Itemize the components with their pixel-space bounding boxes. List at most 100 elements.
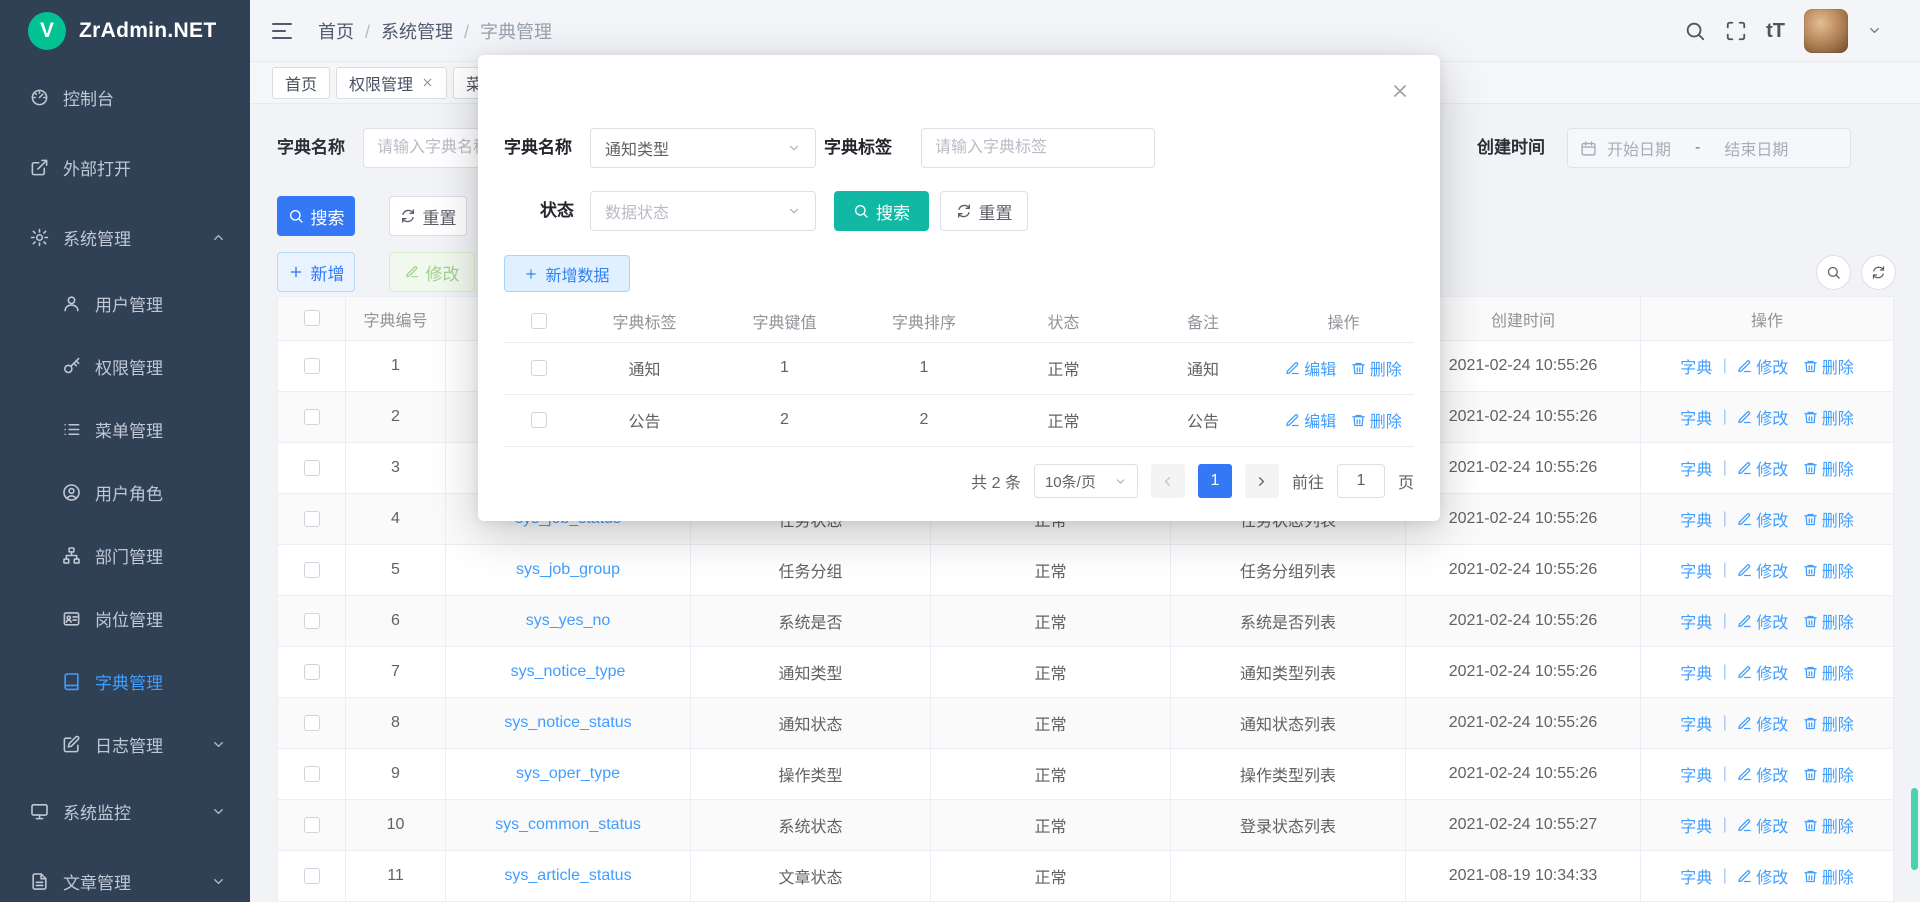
delete-link[interactable]: 删除: [1803, 711, 1854, 735]
chevron-down-icon[interactable]: [1867, 23, 1882, 38]
row-checkbox[interactable]: [304, 664, 320, 680]
edit-link[interactable]: 修改: [1737, 711, 1788, 735]
goto-page-input[interactable]: [1337, 464, 1385, 498]
delete-link[interactable]: 删除: [1351, 356, 1402, 380]
sidebar-item[interactable]: 文章管理: [0, 846, 250, 902]
select-all-checkbox[interactable]: [304, 310, 320, 326]
dict-type-link[interactable]: sys_yes_no: [526, 612, 611, 629]
row-checkbox[interactable]: [304, 868, 320, 884]
delete-link[interactable]: 删除: [1803, 609, 1854, 633]
delete-link[interactable]: 删除: [1351, 408, 1402, 432]
date-range-picker[interactable]: 开始日期 - 结束日期: [1567, 128, 1851, 168]
page-size-select[interactable]: 10条/页: [1034, 464, 1138, 498]
sidebar-item[interactable]: 系统监控: [0, 776, 250, 846]
dict-data-link[interactable]: 字典: [1680, 762, 1712, 786]
tab[interactable]: 首页: [272, 67, 330, 99]
dict-data-link[interactable]: 字典: [1680, 456, 1712, 480]
tab[interactable]: 权限管理: [336, 67, 447, 99]
dict-data-link[interactable]: 字典: [1680, 660, 1712, 684]
delete-link[interactable]: 删除: [1803, 762, 1854, 786]
edit-link[interactable]: 修改: [1737, 813, 1788, 837]
edit-link[interactable]: 修改: [1737, 507, 1788, 531]
dict-type-link[interactable]: sys_notice_status: [504, 714, 631, 731]
edit-link[interactable]: 修改: [1737, 762, 1788, 786]
row-checkbox[interactable]: [304, 511, 320, 527]
dict-data-link[interactable]: 字典: [1680, 558, 1712, 582]
row-checkbox[interactable]: [304, 715, 320, 731]
edit-link[interactable]: 修改: [1737, 354, 1788, 378]
edit-link[interactable]: 修改: [1737, 609, 1788, 633]
breadcrumb-item[interactable]: 首页: [318, 18, 381, 44]
scrollbar-thumb[interactable]: [1911, 788, 1918, 870]
reset-button[interactable]: 重置: [389, 196, 467, 236]
delete-link[interactable]: 删除: [1803, 558, 1854, 582]
close-icon[interactable]: [421, 76, 434, 89]
table-refresh-button[interactable]: [1861, 255, 1896, 290]
dict-type-link[interactable]: sys_article_status: [504, 867, 631, 884]
edit-link[interactable]: 编辑: [1285, 408, 1336, 432]
sidebar-item[interactable]: 岗位管理: [0, 587, 250, 650]
row-checkbox[interactable]: [304, 358, 320, 374]
delete-link[interactable]: 删除: [1803, 660, 1854, 684]
sidebar-item[interactable]: 权限管理: [0, 335, 250, 398]
delete-link[interactable]: 删除: [1803, 354, 1854, 378]
dict-name-select[interactable]: 通知类型: [590, 128, 816, 168]
row-checkbox[interactable]: [304, 562, 320, 578]
table-search-button[interactable]: [1816, 255, 1851, 290]
sidebar-item[interactable]: 用户角色: [0, 461, 250, 524]
delete-link[interactable]: 删除: [1803, 405, 1854, 429]
sidebar-item[interactable]: 字典管理: [0, 650, 250, 713]
dict-type-link[interactable]: sys_notice_type: [511, 663, 626, 680]
sidebar-item[interactable]: 系统管理: [0, 202, 250, 272]
row-checkbox[interactable]: [531, 360, 547, 376]
row-checkbox[interactable]: [304, 613, 320, 629]
delete-link[interactable]: 删除: [1803, 813, 1854, 837]
prev-page-button[interactable]: [1151, 464, 1185, 498]
modal-select-all-checkbox[interactable]: [531, 313, 547, 329]
dict-data-link[interactable]: 字典: [1680, 405, 1712, 429]
breadcrumb-item[interactable]: 字典管理: [480, 18, 552, 44]
add-data-button[interactable]: 新增数据: [504, 255, 630, 292]
dict-type-link[interactable]: sys_job_group: [516, 561, 620, 578]
status-select[interactable]: 数据状态: [590, 191, 816, 231]
dict-type-link[interactable]: sys_oper_type: [516, 765, 620, 782]
edit-link[interactable]: 修改: [1737, 405, 1788, 429]
breadcrumb-item[interactable]: 系统管理: [381, 18, 480, 44]
dict-data-link[interactable]: 字典: [1680, 609, 1712, 633]
edit-link[interactable]: 修改: [1737, 558, 1788, 582]
font-size-icon[interactable]: tT: [1766, 21, 1785, 41]
fullscreen-icon[interactable]: [1725, 20, 1747, 42]
dict-data-link[interactable]: 字典: [1680, 354, 1712, 378]
delete-link[interactable]: 删除: [1803, 864, 1854, 888]
modal-reset-button[interactable]: 重置: [940, 191, 1028, 231]
search-icon[interactable]: [1684, 20, 1706, 42]
sidebar-item[interactable]: 用户管理: [0, 272, 250, 335]
search-button[interactable]: 搜索: [277, 196, 355, 236]
sidebar-item[interactable]: 日志管理: [0, 713, 250, 776]
modal-search-button[interactable]: 搜索: [834, 191, 929, 231]
delete-link[interactable]: 删除: [1803, 456, 1854, 480]
sidebar-item[interactable]: 菜单管理: [0, 398, 250, 461]
edit-link[interactable]: 编辑: [1285, 356, 1336, 380]
dict-data-link[interactable]: 字典: [1680, 813, 1712, 837]
dict-data-link[interactable]: 字典: [1680, 864, 1712, 888]
edit-link[interactable]: 修改: [1737, 660, 1788, 684]
edit-link[interactable]: 修改: [1737, 864, 1788, 888]
delete-link[interactable]: 删除: [1803, 507, 1854, 531]
menu-fold-icon[interactable]: [270, 19, 294, 43]
row-checkbox[interactable]: [531, 412, 547, 428]
close-icon[interactable]: [1390, 81, 1410, 101]
row-checkbox[interactable]: [304, 817, 320, 833]
row-checkbox[interactable]: [304, 409, 320, 425]
dict-data-link[interactable]: 字典: [1680, 711, 1712, 735]
row-checkbox[interactable]: [304, 460, 320, 476]
edit-button[interactable]: 修改: [389, 252, 475, 292]
edit-link[interactable]: 修改: [1737, 456, 1788, 480]
dict-type-link[interactable]: sys_common_status: [495, 816, 641, 833]
dict-data-link[interactable]: 字典: [1680, 507, 1712, 531]
next-page-button[interactable]: [1245, 464, 1279, 498]
user-avatar[interactable]: [1804, 9, 1848, 53]
sidebar-item[interactable]: 部门管理: [0, 524, 250, 587]
add-button[interactable]: 新增: [277, 252, 355, 292]
sidebar-item[interactable]: 外部打开: [0, 132, 250, 202]
